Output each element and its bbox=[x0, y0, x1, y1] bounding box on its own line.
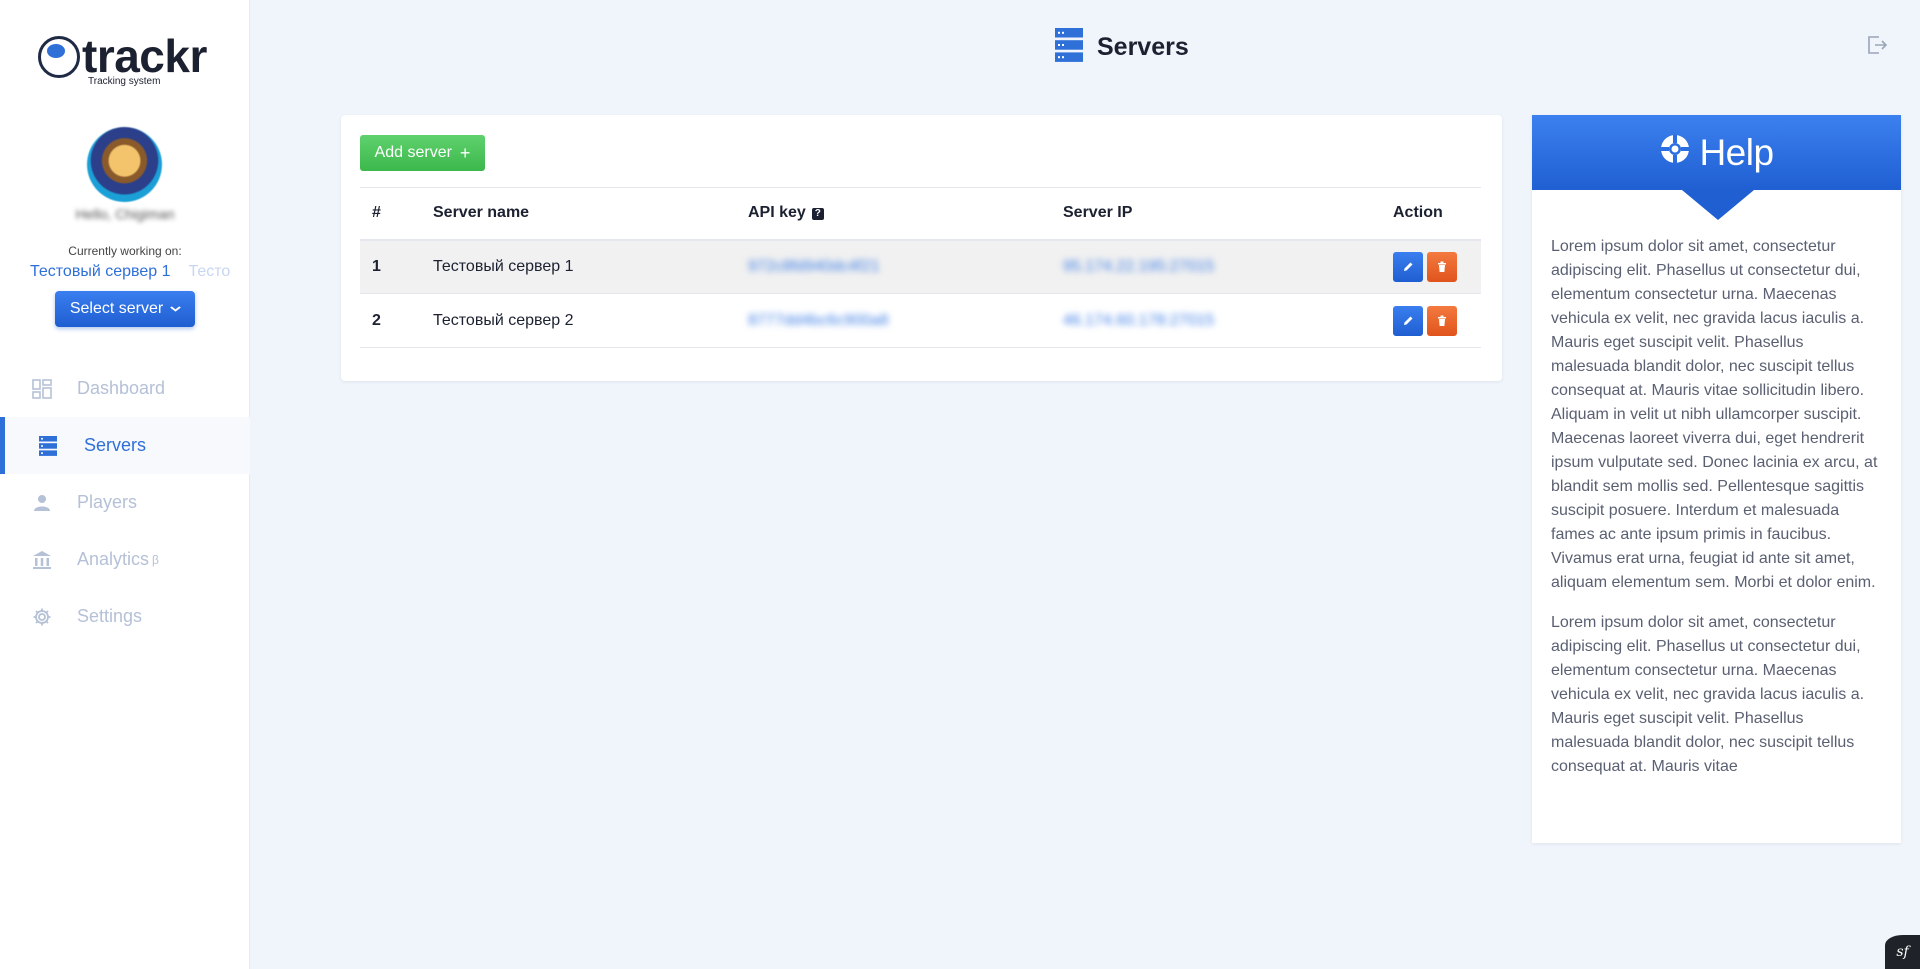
servers-icon bbox=[1055, 28, 1083, 67]
delete-button[interactable] bbox=[1427, 251, 1457, 282]
sidebar-item-analytics[interactable]: Analytics β bbox=[0, 531, 250, 588]
dashboard-icon bbox=[32, 378, 52, 399]
logout-icon[interactable] bbox=[1866, 34, 1888, 61]
add-server-label: Add server bbox=[374, 144, 452, 161]
avatar bbox=[87, 127, 162, 202]
working-on-label: Currently working on: bbox=[68, 244, 182, 258]
table-row: 2 Тестовый сервер 2 8777dd4bc6c900a8 46.… bbox=[360, 294, 1481, 348]
sidebar-item-label: Dashboard bbox=[77, 378, 166, 398]
edit-button[interactable] bbox=[1393, 251, 1423, 282]
help-header: Help bbox=[1532, 115, 1901, 220]
row-actions bbox=[1393, 305, 1481, 336]
add-server-button[interactable]: Add server + bbox=[360, 135, 485, 171]
row-number: 1 bbox=[372, 257, 381, 275]
page-header: Servers bbox=[1055, 28, 1189, 67]
column-header-action: Action bbox=[1393, 204, 1443, 222]
beta-badge: β bbox=[152, 552, 159, 567]
plus-icon: + bbox=[459, 142, 471, 163]
edit-button[interactable] bbox=[1393, 305, 1423, 336]
column-header-api-key: API key? bbox=[736, 188, 1051, 240]
app-logo[interactable]: trackr Tracking system bbox=[38, 30, 207, 87]
sidebar-item-label: Servers bbox=[84, 435, 147, 455]
user-icon bbox=[32, 493, 52, 513]
next-server-name: Тестовый сервер 2 bbox=[188, 263, 230, 280]
sidebar-nav: Dashboard Servers Players Analytics β Se… bbox=[0, 360, 250, 645]
row-actions bbox=[1393, 251, 1481, 282]
sidebar-item-label: Settings bbox=[77, 606, 143, 626]
server-name: Тестовый сервер 1 bbox=[433, 257, 574, 275]
bank-icon bbox=[32, 550, 52, 570]
select-server-label: Select server bbox=[69, 300, 164, 317]
user-greeting: Hello, Chigiman bbox=[75, 206, 175, 222]
delete-button[interactable] bbox=[1427, 305, 1457, 336]
server-name: Тестовый сервер 2 bbox=[433, 311, 574, 329]
server-ip: 46.174.60.178:27015 bbox=[1063, 311, 1215, 329]
sidebar: trackr Tracking system Hello, Chigiman C… bbox=[0, 0, 250, 969]
lifebuoy-icon bbox=[1659, 132, 1691, 174]
gear-icon bbox=[32, 607, 52, 627]
sidebar-item-settings[interactable]: Settings bbox=[0, 588, 250, 645]
sidebar-item-dashboard[interactable]: Dashboard bbox=[0, 360, 250, 417]
api-key: 8777dd4bc6c900a8 bbox=[748, 311, 889, 329]
servers-card: Add server + # Server name API key? Serv… bbox=[341, 115, 1502, 381]
help-paragraph: Lorem ipsum dolor sit amet, consectetur … bbox=[1551, 614, 1865, 775]
column-header-number: # bbox=[372, 204, 381, 222]
page-title: Servers bbox=[1097, 33, 1189, 61]
sidebar-item-servers[interactable]: Servers bbox=[0, 417, 250, 474]
help-panel: Help Lorem ipsum dolor sit amet, consect… bbox=[1532, 115, 1901, 843]
table-row: 1 Тестовый сервер 1 972c8fd940dc4f21 95.… bbox=[360, 239, 1481, 294]
sidebar-item-label: Analytics bbox=[77, 549, 150, 569]
servers-table: # Server name API key? Server IP Action … bbox=[360, 187, 1481, 348]
table-header-row: # Server name API key? Server IP Action bbox=[360, 187, 1481, 240]
current-server-name: Тестовый сервер 1 bbox=[30, 263, 171, 280]
help-body: Lorem ipsum dolor sit amet, consectetur … bbox=[1532, 190, 1901, 779]
chevron-down-icon bbox=[170, 303, 182, 315]
row-number: 2 bbox=[372, 311, 381, 329]
logo-text: trackr bbox=[82, 30, 207, 82]
working-servers: Тестовый сервер 1 Тестовый сервер 2 bbox=[30, 263, 230, 281]
sidebar-item-players[interactable]: Players bbox=[0, 474, 250, 531]
api-key: 972c8fd940dc4f21 bbox=[748, 257, 880, 275]
sidebar-item-label: Players bbox=[77, 492, 138, 512]
pencil-icon bbox=[1404, 316, 1413, 325]
column-header-server-name: Server name bbox=[433, 204, 530, 222]
trash-icon bbox=[1438, 315, 1446, 326]
help-paragraph: Lorem ipsum dolor sit amet, consectetur … bbox=[1551, 238, 1878, 591]
select-server-button[interactable]: Select server bbox=[55, 291, 195, 327]
trash-icon bbox=[1438, 261, 1446, 272]
server-ip: 95.174.22.195:27015 bbox=[1063, 257, 1215, 275]
logo-icon bbox=[38, 36, 80, 78]
pencil-icon bbox=[1404, 262, 1413, 271]
help-title: Help bbox=[1699, 131, 1774, 173]
profiler-toolbar-icon[interactable]: sf bbox=[1885, 935, 1920, 969]
servers-icon bbox=[38, 435, 58, 456]
column-header-server-ip: Server IP bbox=[1063, 204, 1133, 222]
help-icon[interactable]: ? bbox=[811, 207, 824, 220]
